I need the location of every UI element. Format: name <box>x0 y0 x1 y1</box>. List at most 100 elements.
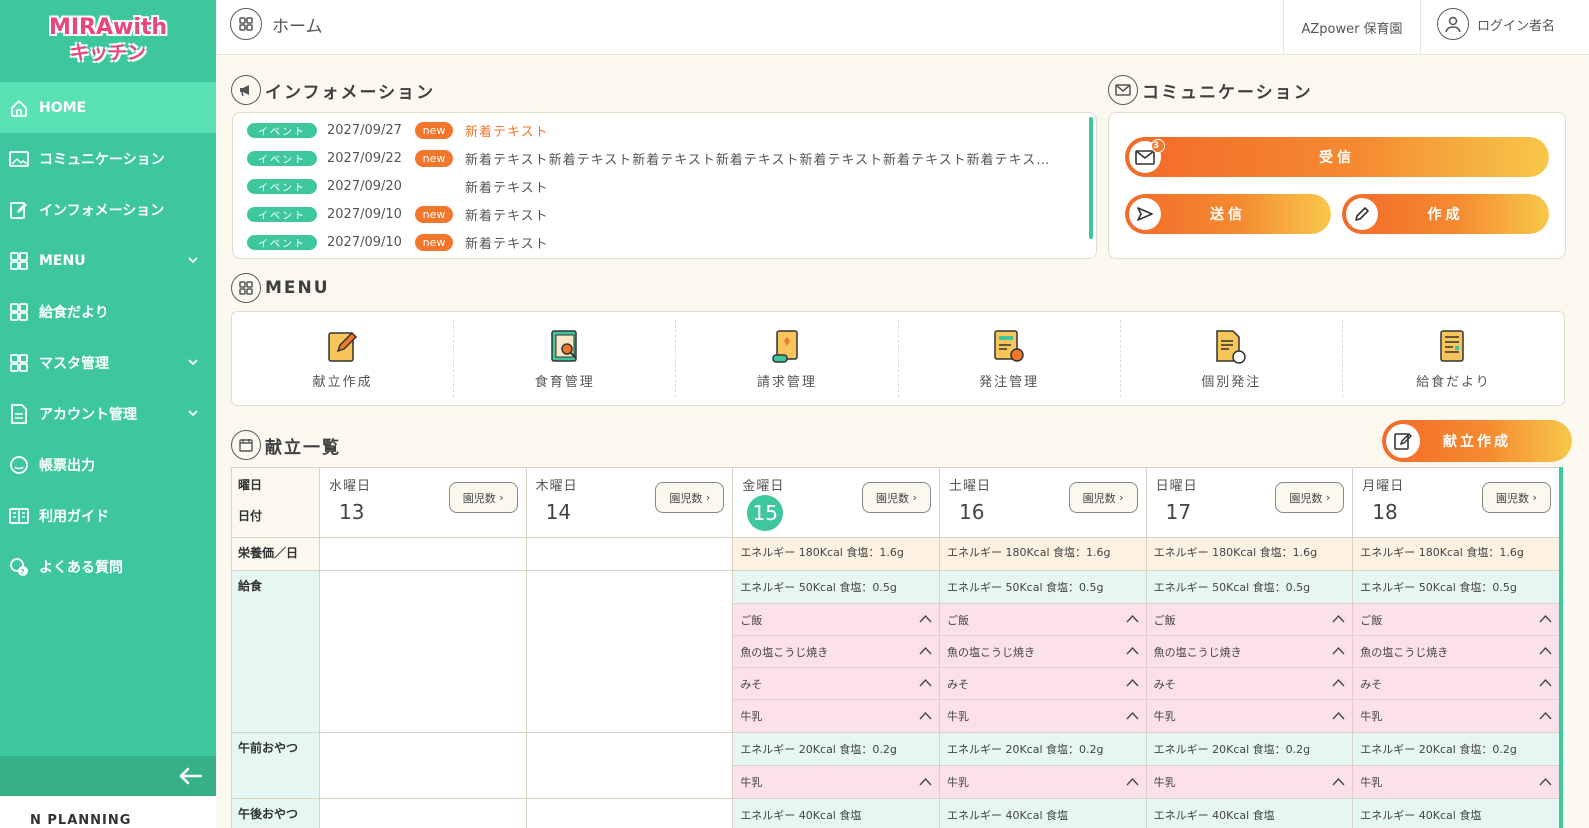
caret-up-icon[interactable] <box>1126 677 1139 690</box>
menu-item-0[interactable]: 献立作成 <box>232 320 455 397</box>
information-row[interactable]: イベント 2027/09/20 新着テキスト <box>247 176 549 196</box>
children-count-button[interactable]: 園児数 › <box>448 482 518 513</box>
children-count-button[interactable]: 園児数 › <box>1275 482 1345 513</box>
day-column-header: 土曜日 16 園児数 › <box>938 467 1147 538</box>
food-item[interactable]: みそ <box>939 668 1146 700</box>
sidebar-item-9[interactable]: ? よくある質問 <box>0 541 216 592</box>
food-item[interactable]: 牛乳 <box>733 766 939 798</box>
energy-text: エネルギー 20Kcal 食塩：0.2g <box>1146 733 1353 766</box>
caret-up-icon[interactable] <box>919 776 932 789</box>
food-name: 牛乳 <box>946 710 969 723</box>
caret-up-icon[interactable] <box>919 613 932 626</box>
food-item[interactable]: 牛乳 <box>1353 766 1559 798</box>
caret-up-icon[interactable] <box>1126 776 1139 789</box>
food-item[interactable]: みそ <box>733 668 939 700</box>
food-item[interactable]: ご飯 <box>1353 604 1559 636</box>
caret-up-icon[interactable] <box>919 645 932 658</box>
am-snack-cell: エネルギー 20Kcal 食塩：0.2g 牛乳 <box>732 732 940 799</box>
caret-up-icon[interactable] <box>1126 710 1139 723</box>
food-item[interactable]: 牛乳 <box>733 700 939 732</box>
row-header-pm-snack: 午後おやつ <box>231 798 320 828</box>
children-count-button[interactable]: 園児数 › <box>861 482 931 513</box>
send-label: 送信 <box>1210 207 1246 223</box>
children-count-button[interactable]: 園児数 › <box>655 482 725 513</box>
food-item[interactable]: 牛乳 <box>939 700 1146 732</box>
information-row[interactable]: イベント 2027/09/27 new 新着テキスト <box>247 120 549 140</box>
caret-up-icon[interactable] <box>1332 677 1345 690</box>
collapse-sidebar-button[interactable] <box>0 756 216 796</box>
food-name: ご飯 <box>1153 613 1176 627</box>
food-item[interactable]: 牛乳 <box>1146 766 1353 798</box>
page-scrollbar[interactable] <box>1559 467 1563 828</box>
menu-grid: 献立作成 食育管理 請求管理 発注管理 個別発注 給食だより <box>231 311 1565 406</box>
children-count-button[interactable]: 園児数 › <box>1482 482 1551 513</box>
caret-up-icon[interactable] <box>1332 776 1345 789</box>
menu-item-1[interactable]: 食育管理 <box>454 320 677 397</box>
food-item[interactable]: 魚の塩こうじ焼き <box>733 636 939 668</box>
caret-up-icon[interactable] <box>919 710 932 723</box>
menu-item-5[interactable]: 給食だより <box>1343 320 1564 397</box>
kondate-title: 献立一覧 <box>265 437 341 458</box>
food-item[interactable]: 魚の塩こうじ焼き <box>1146 636 1353 668</box>
children-count-button[interactable]: 園児数 › <box>1068 482 1138 513</box>
send-button[interactable]: 送信 <box>1125 194 1331 234</box>
kondate-table: 曜日 日付 水曜日 13 園児数 › 木曜日 14 園児数 › 金曜日 15 園児数 › 土曜日 16 園… <box>231 467 1560 828</box>
empty-cell <box>525 798 734 828</box>
food-item[interactable]: みそ <box>1353 668 1559 700</box>
compose-button[interactable]: 作成 <box>1342 194 1549 234</box>
information-row[interactable]: イベント 2027/09/22 new 新着テキスト新着テキスト新着テキスト新着テキス… <box>247 148 1050 168</box>
caret-up-icon[interactable] <box>1126 645 1139 658</box>
menu-item-3[interactable]: 発注管理 <box>899 320 1121 397</box>
caret-up-icon[interactable] <box>1539 613 1552 626</box>
receive-button[interactable]: 3 受信 <box>1125 137 1549 177</box>
information-row[interactable]: イベント 2027/09/10 new 新着テキスト <box>247 232 549 252</box>
communication-title: コミュニケーション <box>1142 82 1313 103</box>
food-item[interactable]: 魚の塩こうじ焼き <box>939 636 1146 668</box>
food-item[interactable]: みそ <box>1146 668 1353 700</box>
children-count-label: 園児数 <box>1496 491 1530 505</box>
information-row[interactable]: イベント 2027/09/10 new 新着テキスト <box>247 204 549 224</box>
user-menu[interactable]: ログイン者名 <box>1437 8 1555 40</box>
empty-cell <box>319 537 527 571</box>
caret-up-icon[interactable] <box>1126 613 1139 626</box>
sidebar-item-3[interactable]: MENU <box>0 235 216 286</box>
caret-up-icon[interactable] <box>1332 613 1345 626</box>
sidebar-item-2[interactable]: インフォメーション <box>0 184 216 235</box>
caret-up-icon[interactable] <box>1539 776 1552 789</box>
menu-item-label: 食育管理 <box>534 375 595 390</box>
caret-up-icon[interactable] <box>1539 677 1552 690</box>
food-item[interactable]: 牛乳 <box>1353 700 1559 732</box>
food-item[interactable]: ご飯 <box>1146 604 1353 636</box>
menu-item-4[interactable]: 個別発注 <box>1121 320 1343 397</box>
menu-item-label: 献立作成 <box>312 375 373 390</box>
chevron-down-icon[interactable] <box>186 355 200 369</box>
sidebar-item-4[interactable]: 給食だより <box>0 286 216 337</box>
sidebar-item-5[interactable]: マスタ管理 <box>0 337 216 388</box>
sidebar-item-8[interactable]: 利用ガイド <box>0 490 216 541</box>
menu-item-2[interactable]: 請求管理 <box>676 320 899 397</box>
caret-up-icon[interactable] <box>1332 710 1345 723</box>
app-logo[interactable]: MIRAwith キッチン <box>0 0 216 82</box>
energy-text: エネルギー 40Kcal 食塩 <box>733 799 939 828</box>
menu-item-label: 発注管理 <box>979 375 1040 390</box>
food-item[interactable]: 牛乳 <box>939 766 1146 798</box>
caret-up-icon[interactable] <box>919 677 932 690</box>
sidebar-item-7[interactable]: 帳票出力 <box>0 439 216 490</box>
caret-up-icon[interactable] <box>1539 645 1552 658</box>
energy-text: エネルギー 20Kcal 食塩：0.2g <box>733 733 939 766</box>
food-item[interactable]: ご飯 <box>733 604 939 636</box>
create-kondate-button[interactable]: 献立作成 <box>1382 420 1572 462</box>
chevron-down-icon[interactable] <box>186 406 200 420</box>
food-name: 牛乳 <box>740 776 763 789</box>
food-item[interactable]: 牛乳 <box>1146 700 1353 732</box>
information-scrollbar[interactable] <box>1089 117 1093 239</box>
document-refresh-icon <box>1213 327 1249 365</box>
food-item[interactable]: ご飯 <box>939 604 1146 636</box>
caret-up-icon[interactable] <box>1539 710 1552 723</box>
chevron-down-icon[interactable] <box>186 253 200 267</box>
sidebar-item-0[interactable]: HOME <box>0 82 216 133</box>
caret-up-icon[interactable] <box>1332 645 1345 658</box>
sidebar-item-6[interactable]: アカウント管理 <box>0 388 216 439</box>
food-item[interactable]: 魚の塩こうじ焼き <box>1353 636 1559 668</box>
sidebar-item-1[interactable]: コミュニケーション <box>0 133 216 184</box>
